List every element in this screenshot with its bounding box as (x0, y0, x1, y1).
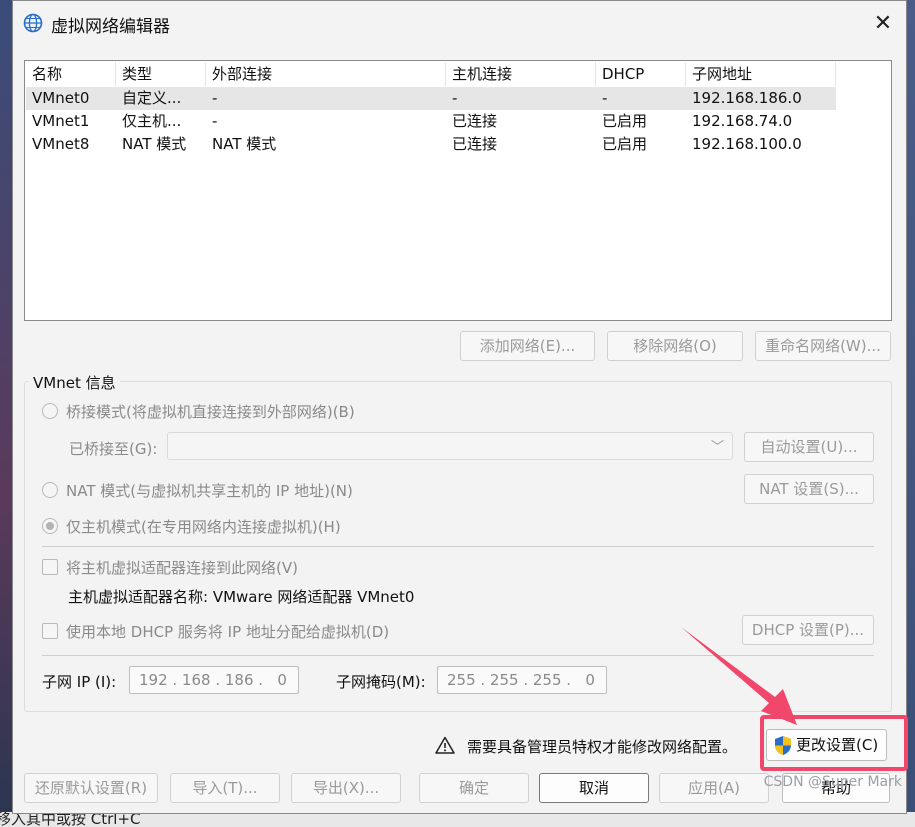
cell-dhcp: - (602, 89, 608, 107)
vmnet-info-title: VMnet 信息 (29, 372, 120, 393)
admin-notice-text: 需要具备管理员特权才能修改网络配置。 (467, 738, 738, 756)
use-dhcp-checkbox[interactable] (42, 623, 58, 639)
nat-mode-label: NAT 模式(与虚拟机共享主机的 IP 地址)(N) (66, 482, 353, 500)
cell-host: 已连接 (452, 112, 498, 130)
watermark: CSDN @Super Mark (763, 774, 902, 790)
restore-defaults-button[interactable]: 还原默认设置(R) (24, 773, 158, 803)
cell-type: 自定义... (122, 89, 182, 107)
subnet-mask-label: 子网掩码(M): (336, 673, 426, 691)
cell-subnet: 192.168.74.0 (692, 112, 793, 130)
use-dhcp-label: 使用本地 DHCP 服务将 IP 地址分配给虚拟机(D) (66, 623, 390, 641)
warning-icon (435, 736, 455, 754)
bridged-mode-label: 桥接模式(将虚拟机直接连接到外部网络)(B) (66, 403, 355, 421)
cell-type: 仅主机... (122, 112, 182, 130)
table-row[interactable]: VMnet0 自定义... - - - 192.168.186.0 (26, 87, 836, 110)
desktop-background-left (0, 0, 12, 827)
rename-network-button[interactable]: 重命名网络(W)... (755, 331, 891, 361)
connect-adapter-checkbox[interactable] (42, 559, 58, 575)
subnet-ip-input[interactable]: 192 . 168 . 186 . 0 (129, 666, 299, 694)
bridged-to-select[interactable]: ﹀ (167, 432, 733, 460)
column-header-dhcp[interactable]: DHCP (596, 62, 686, 86)
auto-settings-button[interactable]: 自动设置(U)... (744, 432, 874, 462)
import-button[interactable]: 导入(T)... (170, 773, 280, 803)
table-row[interactable]: VMnet1 仅主机... - 已连接 已启用 192.168.74.0 (26, 110, 836, 133)
background-text: 移入其中或按 Ctrl+C (0, 812, 141, 827)
virtual-network-editor-window: 虚拟网络编辑器 ✕ 名称 类型 外部连接 主机连接 DHCP 子网地址 VMne… (12, 0, 908, 814)
connect-adapter-label: 将主机虚拟适配器连接到此网络(V) (66, 559, 298, 577)
bridged-mode-radio[interactable] (42, 403, 58, 419)
chevron-down-icon: ﹀ (710, 440, 724, 455)
cell-external: - (212, 89, 218, 107)
host-only-radio[interactable] (42, 518, 58, 534)
cell-type: NAT 模式 (122, 135, 187, 153)
cell-dhcp: 已启用 (602, 112, 648, 130)
close-button[interactable]: ✕ (860, 1, 906, 45)
cell-name: VMnet0 (32, 89, 90, 107)
background-window-strip: 移入其中或按 Ctrl+C (0, 812, 915, 827)
cell-subnet: 192.168.100.0 (692, 135, 802, 153)
annotation-highlight-box (760, 715, 908, 771)
list-header: 名称 类型 外部连接 主机连接 DHCP 子网地址 (26, 62, 836, 86)
network-globe-icon (23, 13, 43, 33)
remove-network-button[interactable]: 移除网络(O) (607, 331, 743, 361)
host-only-label: 仅主机模式(在专用网络内连接虚拟机)(H) (66, 518, 341, 536)
cell-dhcp: 已启用 (602, 135, 648, 153)
apply-button[interactable]: 应用(A) (659, 773, 769, 803)
column-header-type[interactable]: 类型 (116, 62, 206, 86)
cell-subnet: 192.168.186.0 (692, 89, 802, 107)
column-header-external[interactable]: 外部连接 (206, 62, 446, 86)
nat-settings-button[interactable]: NAT 设置(S)... (744, 474, 874, 504)
window-title: 虚拟网络编辑器 (51, 17, 170, 37)
column-header-subnet[interactable]: 子网地址 (686, 62, 836, 86)
cell-external: NAT 模式 (212, 135, 277, 153)
column-header-host[interactable]: 主机连接 (446, 62, 596, 86)
divider (42, 546, 874, 547)
table-row[interactable]: VMnet8 NAT 模式 NAT 模式 已连接 已启用 192.168.100… (26, 133, 836, 156)
subnet-mask-input[interactable]: 255 . 255 . 255 . 0 (437, 666, 607, 694)
column-header-name[interactable]: 名称 (26, 62, 116, 86)
cell-external: - (212, 112, 218, 130)
subnet-ip-label: 子网 IP (I): (42, 673, 117, 691)
cell-host: - (452, 89, 458, 107)
adapter-name-label: 主机虚拟适配器名称: VMware 网络适配器 VMnet0 (68, 588, 415, 606)
network-list[interactable]: 名称 类型 外部连接 主机连接 DHCP 子网地址 VMnet0 自定义... … (24, 60, 892, 321)
export-button[interactable]: 导出(X)... (291, 773, 401, 803)
title-bar: 虚拟网络编辑器 ✕ (13, 1, 906, 45)
cell-name: VMnet8 (32, 135, 90, 153)
add-network-button[interactable]: 添加网络(E)... (460, 331, 595, 361)
ok-button[interactable]: 确定 (419, 773, 529, 803)
cell-name: VMnet1 (32, 112, 90, 130)
cell-host: 已连接 (452, 135, 498, 153)
nat-mode-radio[interactable] (42, 482, 58, 498)
bridged-to-label: 已桥接至(G): (69, 440, 158, 458)
close-icon: ✕ (873, 10, 893, 36)
cancel-button[interactable]: 取消 (539, 773, 649, 803)
